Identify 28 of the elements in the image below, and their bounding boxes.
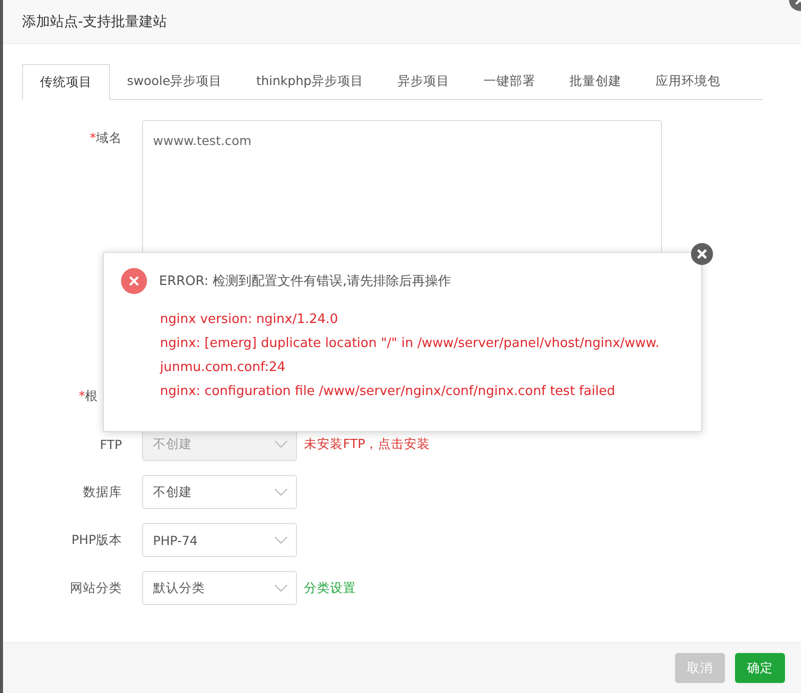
tab[interactable]: 一键部署 [466,64,552,100]
error-line: nginx version: nginx/1.24.0 [160,311,340,329]
select-field[interactable]: 不创建 [142,475,297,509]
tab[interactable]: 批量创建 [552,64,638,100]
close-icon[interactable] [691,243,713,265]
error-icon [121,268,147,294]
error-line: nginx: configuration file /www/server/nginx/conf/nginx.conf test failed [160,383,616,401]
field-label: PHP版本 [70,532,123,548]
tab[interactable]: thinkphp异步项目 [239,64,380,100]
tab[interactable]: 传统项目 [22,64,110,100]
dialog-title: 添加站点-支持批量建站 [22,12,168,30]
chevron-down-icon [274,536,288,544]
field-label: 数据库 [82,484,123,500]
select-field[interactable]: 默认分类 [142,571,297,605]
field-label: *域名 [88,129,123,147]
error-heading: ERROR: 检测到配置文件有错误,请先排除后再操作 [159,273,451,290]
chevron-down-icon [274,488,288,496]
tab[interactable]: swoole异步项目 [110,64,240,100]
chevron-down-icon [274,440,288,448]
select-field[interactable]: PHP-74 [142,523,297,557]
error-line: junmu.com.conf:24 [160,359,286,377]
tab[interactable]: 异步项目 [380,64,466,100]
chevron-down-icon [274,584,288,592]
tab[interactable]: 应用环境包 [638,64,738,100]
field-label: FTP [98,436,123,452]
error-line: nginx: [emerg] duplicate location "/" in /www/server/panel/vhost/nginx/www. [160,335,660,353]
field-label: 网站分类 [69,580,123,596]
field-label: *根 [78,388,99,404]
